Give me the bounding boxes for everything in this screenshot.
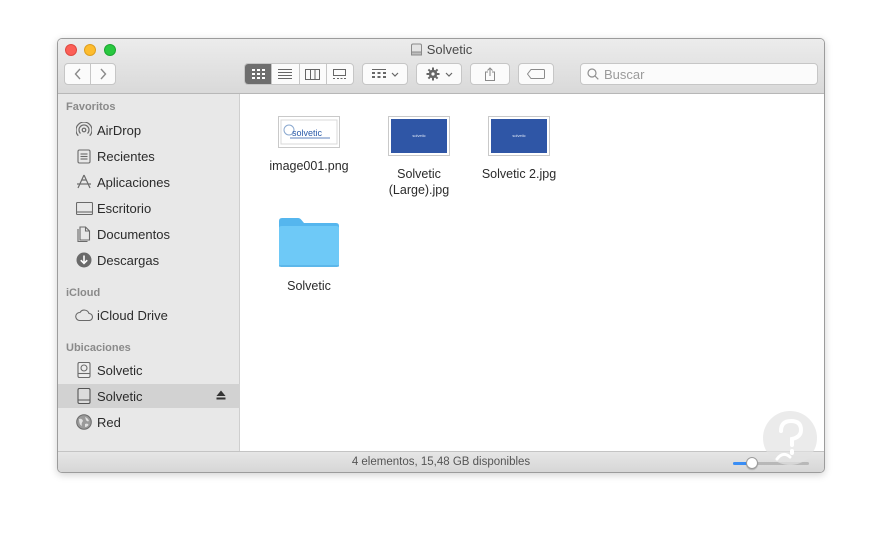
chevron-down-icon [391, 72, 398, 77]
external-disk-icon [75, 388, 93, 404]
sidebar-item-label: Solvetic [97, 362, 143, 378]
sidebar-item-label: Solvetic [97, 388, 143, 404]
sidebar-item-label: Red [97, 414, 121, 430]
sidebar-item-descargas[interactable]: Descargas [58, 248, 240, 272]
window-title-text: Solvetic [426, 42, 473, 57]
sidebar-header-favorites: Favoritos [66, 101, 116, 113]
desktop-icon [75, 200, 93, 216]
status-bar: 4 elementos, 15,48 GB disponibles [58, 451, 824, 472]
sidebar-item-escritorio[interactable]: Escritorio [58, 196, 240, 220]
columns-icon [305, 68, 321, 80]
gallery-view-button[interactable] [325, 64, 353, 84]
network-icon [75, 414, 93, 430]
back-button[interactable] [65, 64, 90, 84]
watermark-logo-icon [763, 411, 817, 465]
sidebar-item-aplicaciones[interactable]: Aplicaciones [58, 170, 240, 194]
chevron-left-icon [74, 68, 81, 80]
downloads-icon [75, 252, 93, 268]
status-text: 4 elementos, 15,48 GB disponibles [351, 456, 531, 468]
file-item[interactable]: solvetic Solvetic 2.jpg [464, 116, 574, 182]
tags-button[interactable] [518, 63, 554, 85]
airdrop-icon [75, 122, 93, 138]
share-button[interactable] [470, 63, 510, 85]
search-icon [587, 68, 599, 80]
thumb-logo-text: solvetic [412, 133, 425, 138]
chevron-down-icon [445, 72, 452, 77]
file-item[interactable]: Solvetic [254, 216, 364, 294]
sidebar-item-label: Recientes [97, 148, 155, 164]
sidebar-item-label: Documentos [97, 226, 170, 242]
sidebar-item-recientes[interactable]: Recientes [58, 144, 240, 168]
share-icon [485, 67, 495, 81]
sidebar-item-solvetic-internal[interactable]: Solvetic [58, 358, 240, 382]
sidebar-item-label: Escritorio [97, 200, 152, 216]
thumb-logo-text: solvetic [292, 128, 323, 138]
file-name: Solvetic [287, 279, 331, 293]
file-browser-content: solvetic image001.png solvetic Solvetic … [241, 94, 824, 451]
list-icon [278, 69, 293, 79]
slider-knob[interactable] [746, 457, 758, 469]
arrange-icon [371, 68, 386, 78]
file-name: image001.png [269, 159, 349, 173]
sidebar-item-red[interactable]: Red [58, 410, 240, 434]
file-item[interactable]: solvetic image001.png [254, 116, 364, 174]
documents-icon [75, 226, 93, 242]
action-button[interactable] [416, 63, 462, 85]
back-forward-group [64, 63, 116, 85]
sidebar-item-airdrop[interactable]: AirDrop [58, 118, 240, 142]
internal-disk-icon [75, 362, 93, 378]
eject-button[interactable] [216, 388, 226, 403]
group-by-button[interactable] [362, 63, 408, 85]
titlebar: Solvetic [58, 39, 824, 94]
image-thumbnail-icon: solvetic [488, 116, 550, 156]
sidebar-item-label: Descargas [97, 252, 160, 268]
sidebar: Favoritos AirDrop Recientes Aplicaciones [58, 94, 240, 451]
finder-window: Solvetic Buscar Favoritos AirDrop Recien… [57, 38, 825, 473]
view-mode-group [244, 63, 354, 85]
sidebar-item-label: AirDrop [97, 122, 142, 138]
gallery-icon [333, 68, 347, 79]
image-thumbnail-icon: solvetic [388, 116, 450, 156]
forward-button[interactable] [90, 64, 115, 84]
file-name: Solvetic (Large).jpg [388, 167, 450, 197]
disk-icon [410, 43, 422, 56]
thumb-logo-text: solvetic [512, 133, 525, 138]
chevron-right-icon [100, 68, 107, 80]
cloud-icon [75, 307, 93, 323]
sidebar-header-ubicaciones: Ubicaciones [66, 342, 131, 354]
image-thumbnail-icon: solvetic [278, 116, 340, 148]
sidebar-header-icloud: iCloud [66, 287, 101, 299]
file-item[interactable]: solvetic Solvetic (Large).jpg [364, 116, 474, 198]
search-field[interactable] [580, 63, 818, 85]
window-title: Solvetic [58, 42, 824, 57]
column-view-button[interactable] [298, 64, 326, 84]
folder-icon [279, 218, 339, 267]
list-view-button[interactable] [271, 64, 298, 84]
icon-view-button[interactable] [245, 64, 272, 84]
grid-icon [251, 69, 265, 79]
search-input[interactable] [604, 66, 804, 82]
recents-icon [75, 148, 93, 164]
sidebar-item-documentos[interactable]: Documentos [58, 222, 240, 246]
sidebar-item-label: Aplicaciones [97, 174, 170, 190]
tag-icon [527, 69, 545, 79]
gear-icon [426, 67, 439, 81]
applications-icon [75, 174, 93, 190]
sidebar-item-label: iCloud Drive [97, 307, 168, 323]
eject-icon [216, 390, 226, 400]
sidebar-item-icloud-drive[interactable]: iCloud Drive [58, 303, 240, 327]
sidebar-item-solvetic-external[interactable]: Solvetic [58, 384, 240, 408]
file-name: Solvetic 2.jpg [481, 167, 557, 181]
